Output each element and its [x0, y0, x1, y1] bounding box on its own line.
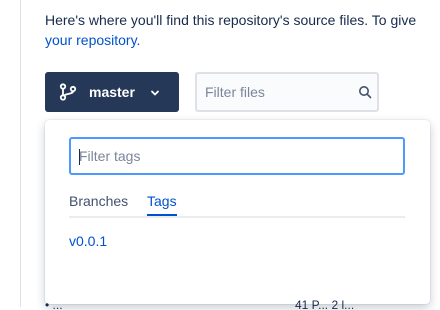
repository-link[interactable]: your repository. — [45, 30, 440, 50]
branch-selector-button[interactable]: master — [45, 72, 179, 112]
file-list-row-partial: • ... 41 P... 2 l... — [45, 298, 440, 310]
intro-text: Here's where you'll find this repository… — [45, 10, 440, 50]
filter-tags-field[interactable] — [69, 137, 405, 175]
filter-files-field[interactable] — [195, 72, 379, 112]
text-cursor — [79, 149, 80, 165]
filter-files-input[interactable] — [203, 83, 352, 101]
file-list-partial-right: 41 P... 2 l... — [295, 298, 355, 310]
left-divider — [20, 0, 21, 307]
branch-selector-label: master — [89, 84, 135, 100]
branch-icon — [59, 83, 77, 101]
file-list-partial-left: • ... — [45, 298, 63, 310]
chevron-down-icon — [149, 86, 161, 98]
tab-branches[interactable]: Branches — [69, 192, 128, 214]
dropdown-tabs: Branches Tags — [69, 192, 405, 218]
filter-tags-input[interactable] — [77, 147, 401, 165]
tab-tags[interactable]: Tags — [147, 192, 177, 216]
search-icon — [358, 85, 372, 99]
tag-item[interactable]: v0.0.1 — [69, 233, 107, 249]
intro-line: Here's where you'll find this repository… — [45, 12, 417, 28]
branch-tag-dropdown: Branches Tags v0.0.1 — [45, 120, 430, 304]
